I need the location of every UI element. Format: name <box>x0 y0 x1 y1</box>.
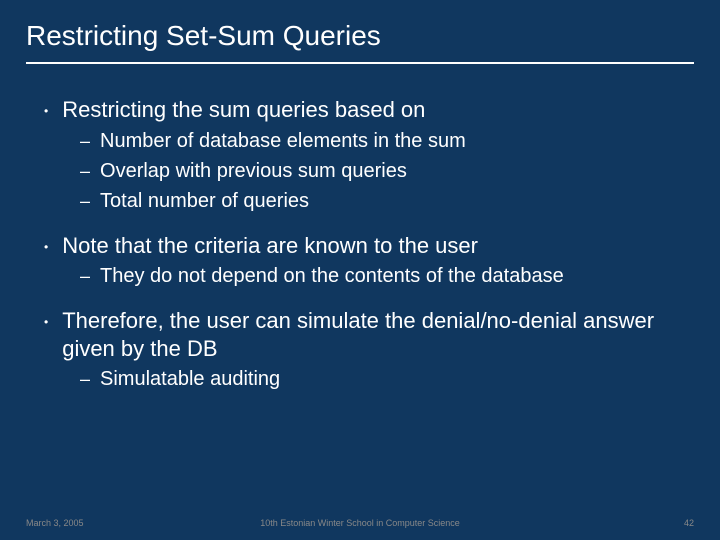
bullet-dot-icon: • <box>44 315 48 330</box>
bullet-dash-icon: – <box>80 265 90 288</box>
bullet-2-text: Note that the criteria are known to the … <box>62 232 478 260</box>
bullet-dot-icon: • <box>44 240 48 255</box>
bullet-3-text: Therefore, the user can simulate the den… <box>62 307 690 362</box>
body-area: • Restricting the sum queries based on –… <box>0 72 720 392</box>
bullet-1-sub-1: – Number of database elements in the sum <box>80 128 690 154</box>
footer-page-number: 42 <box>684 518 694 528</box>
bullet-3: • Therefore, the user can simulate the d… <box>44 307 690 362</box>
bullet-1-sub-3: – Total number of queries <box>80 188 690 214</box>
bullet-dash-icon: – <box>80 130 90 153</box>
bullet-1-sub-3-text: Total number of queries <box>100 188 309 214</box>
bullet-1: • Restricting the sum queries based on <box>44 96 690 124</box>
bullet-1-sub-2: – Overlap with previous sum queries <box>80 158 690 184</box>
slide-title: Restricting Set-Sum Queries <box>26 20 694 52</box>
bullet-2: • Note that the criteria are known to th… <box>44 232 690 260</box>
bullet-2-sub-1: – They do not depend on the contents of … <box>80 263 690 289</box>
title-underline <box>26 62 694 64</box>
footer-center: 10th Estonian Winter School in Computer … <box>0 518 720 528</box>
bullet-dash-icon: – <box>80 368 90 391</box>
bullet-dash-icon: – <box>80 190 90 213</box>
bullet-dot-icon: • <box>44 104 48 119</box>
bullet-2-sub-1-text: They do not depend on the contents of th… <box>100 263 564 289</box>
slide: Restricting Set-Sum Queries • Restrictin… <box>0 0 720 540</box>
bullet-1-sub-2-text: Overlap with previous sum queries <box>100 158 407 184</box>
bullet-1-text: Restricting the sum queries based on <box>62 96 425 124</box>
bullet-3-sub-1: – Simulatable auditing <box>80 366 690 392</box>
bullet-1-sub-1-text: Number of database elements in the sum <box>100 128 466 154</box>
bullet-dash-icon: – <box>80 160 90 183</box>
title-area: Restricting Set-Sum Queries <box>0 0 720 72</box>
bullet-3-sub-1-text: Simulatable auditing <box>100 366 280 392</box>
